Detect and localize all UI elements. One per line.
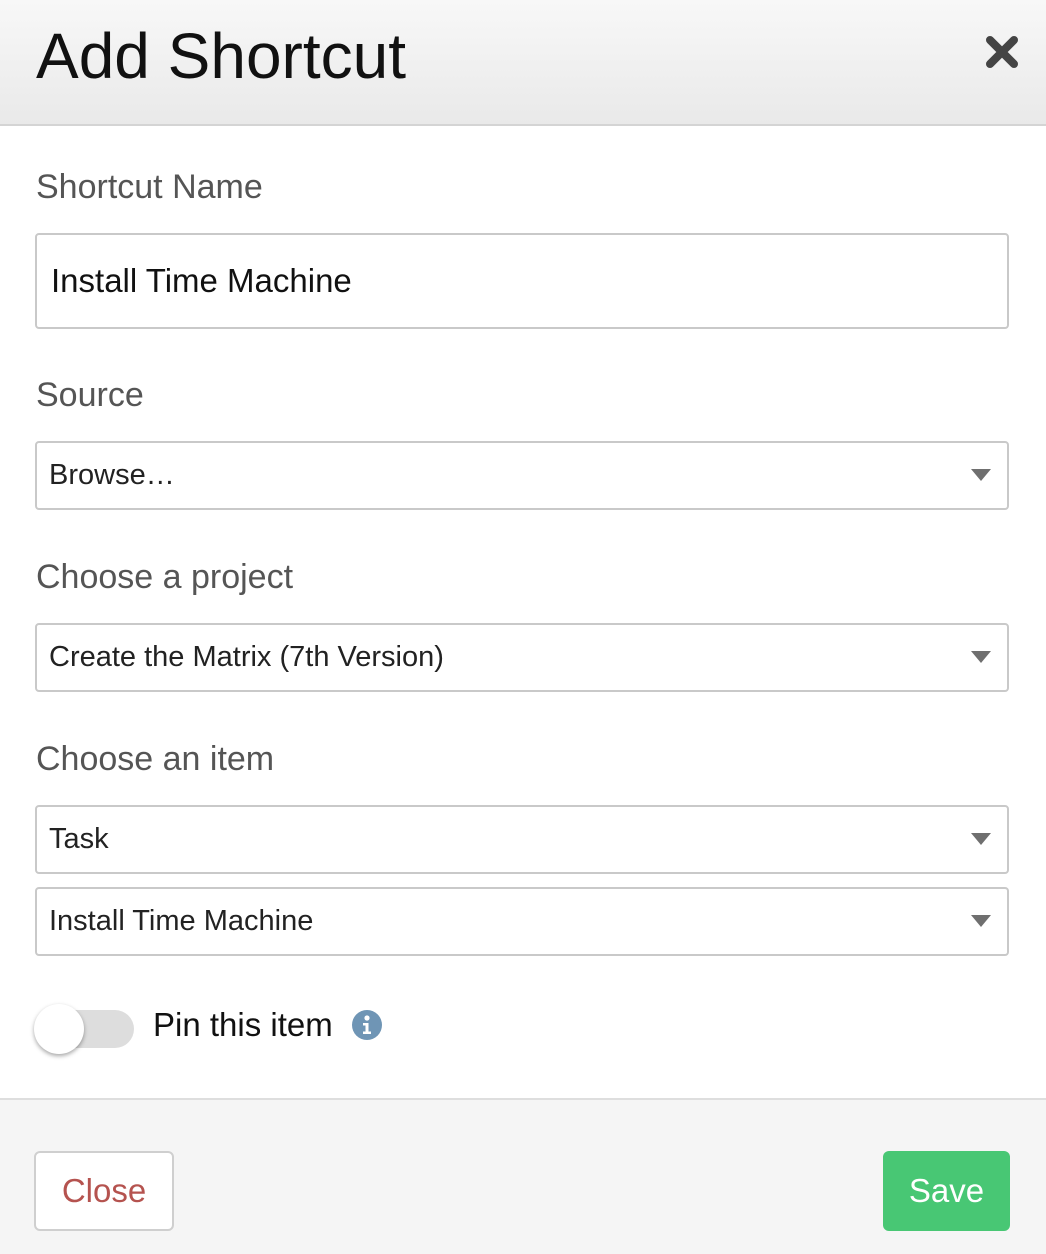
source-label: Source	[36, 376, 144, 414]
close-button[interactable]: Close	[34, 1151, 174, 1231]
chevron-down-icon	[971, 915, 991, 927]
chevron-down-icon	[971, 833, 991, 845]
close-icon[interactable]	[982, 32, 1022, 72]
item-select[interactable]: Install Time Machine	[35, 887, 1009, 956]
save-button[interactable]: Save	[883, 1151, 1010, 1231]
modal-footer: Close Save	[0, 1098, 1046, 1254]
item-label: Choose an item	[36, 740, 275, 778]
item-select-value: Install Time Machine	[49, 905, 314, 937]
chevron-down-icon	[971, 651, 991, 663]
project-select-value: Create the Matrix (7th Version)	[49, 641, 444, 673]
pin-toggle-knob	[34, 1004, 84, 1054]
chevron-down-icon	[971, 469, 991, 481]
source-select[interactable]: Browse…	[35, 441, 1009, 510]
info-icon[interactable]	[352, 1010, 382, 1040]
modal-title: Add Shortcut	[36, 20, 406, 92]
project-label: Choose a project	[36, 558, 294, 596]
item-type-select-value: Task	[49, 823, 109, 855]
pin-label: Pin this item	[153, 1006, 333, 1043]
project-select[interactable]: Create the Matrix (7th Version)	[35, 623, 1009, 692]
shortcut-name-label: Shortcut Name	[36, 168, 263, 206]
source-select-value: Browse…	[49, 459, 175, 491]
add-shortcut-modal: Add Shortcut Shortcut Name Source Browse…	[0, 0, 1046, 1254]
modal-header: Add Shortcut	[0, 0, 1046, 126]
item-type-select[interactable]: Task	[35, 805, 1009, 874]
pin-toggle[interactable]	[34, 1004, 134, 1054]
shortcut-name-input[interactable]	[35, 233, 1009, 329]
